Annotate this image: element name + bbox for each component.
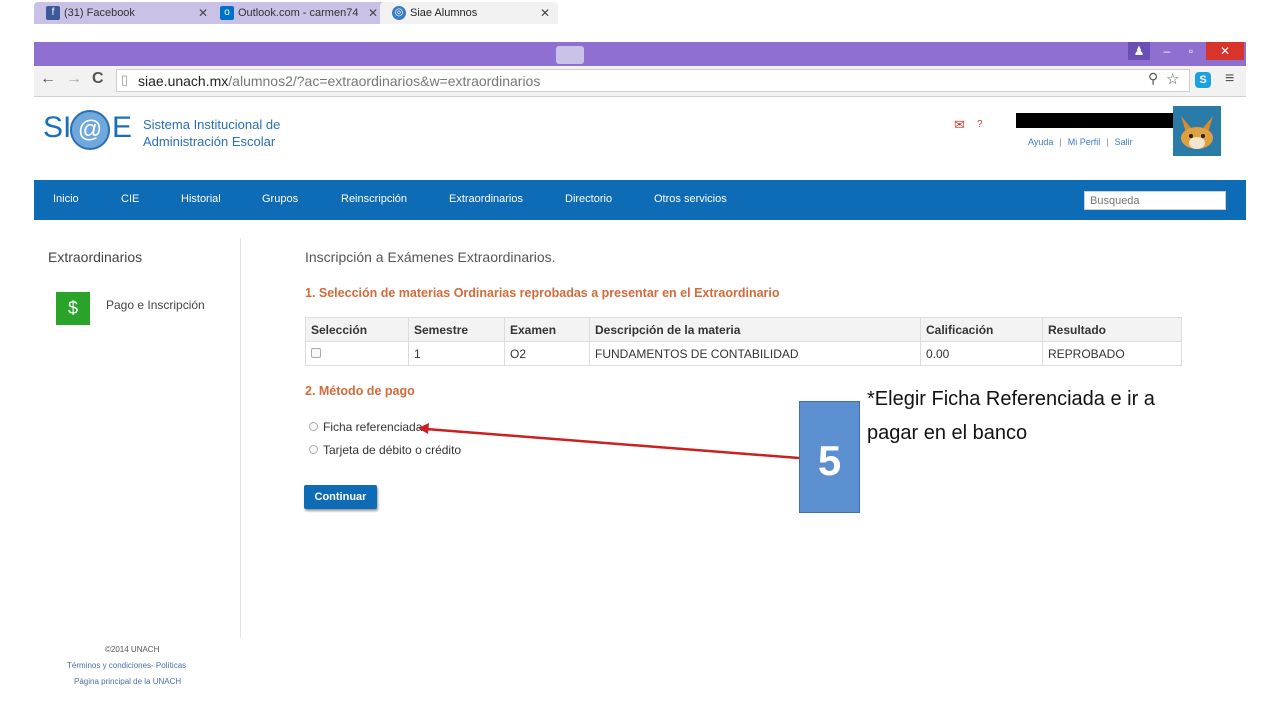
window-close-button[interactable]: ✕ (1206, 42, 1244, 60)
col-examen: Examen (504, 317, 590, 342)
tab-title: (31) Facebook (64, 7, 135, 19)
facebook-icon: f (46, 6, 60, 20)
tab-outlook[interactable]: o Outlook.com - carmen74 ✕ (208, 2, 386, 24)
ficha-radio[interactable] (309, 422, 318, 432)
fox-avatar-icon (1181, 116, 1213, 149)
tab-facebook[interactable]: f (31) Facebook ✕ (34, 2, 216, 24)
semestre-cell: 1 (408, 341, 505, 366)
nav-otros-servicios[interactable]: Otros servicios (654, 193, 727, 205)
sidebar-title: Extraordinarios (48, 249, 143, 265)
logo-e: E (112, 111, 133, 144)
minimize-button[interactable]: – (1156, 42, 1178, 60)
outlook-icon: o (220, 6, 234, 20)
new-tab-button[interactable] (556, 46, 584, 64)
menu-icon[interactable]: ≡ (1225, 70, 1234, 88)
page-title: Inscripción a Exámenes Extraordinarios. (305, 249, 556, 265)
nav-inicio[interactable]: Inicio (53, 193, 79, 205)
profile-icon[interactable]: ♟ (1128, 42, 1150, 60)
annotation-note-line2: pagar en el banco (867, 422, 1028, 444)
nav-reinscripcion[interactable]: Reinscripción (341, 193, 407, 205)
option-ficha[interactable]: Ficha referenciada (309, 420, 422, 434)
nav-cie[interactable]: CIE (121, 193, 139, 205)
close-icon[interactable]: ✕ (540, 2, 550, 24)
select-checkbox[interactable] (311, 347, 321, 358)
user-links: Ayuda | Mi Perfil | Salir (1028, 137, 1133, 147)
forward-icon[interactable]: → (66, 70, 82, 88)
dollar-icon[interactable]: $ (56, 292, 90, 325)
maximize-button[interactable]: ▫ (1180, 42, 1202, 60)
footer-copyright: ©2014 UNACH (105, 645, 160, 654)
logo-text-line1: Sistema Institucional de (143, 117, 281, 132)
nav-directorio[interactable]: Directorio (565, 193, 612, 205)
nav-grupos[interactable]: Grupos (262, 193, 298, 205)
select-cell (305, 341, 409, 366)
col-semestre: Semestre (408, 317, 505, 342)
logo-text-line2: Administración Escolar (143, 134, 276, 149)
tab-siae[interactable]: ◎ Siae Alumnos ✕ (380, 2, 558, 24)
close-icon[interactable]: ✕ (198, 2, 208, 24)
arrow-line (425, 427, 800, 460)
examen-cell: O2 (504, 341, 590, 366)
help-link[interactable]: ? (977, 119, 983, 130)
tarjeta-label: Tarjeta de débito o crédito (323, 443, 462, 457)
tab-title: Outlook.com - carmen74 (238, 7, 359, 19)
avatar[interactable] (1173, 106, 1221, 156)
footer-home-link[interactable]: Página principal de la UNACH (74, 677, 181, 686)
skype-icon[interactable]: S (1195, 72, 1211, 88)
table-header-row: Selección Semestre Examen Descripción de… (305, 317, 1182, 342)
option-tarjeta[interactable]: Tarjeta de débito o crédito (309, 443, 461, 457)
close-icon[interactable]: ✕ (368, 2, 378, 24)
footer-terms-link[interactable]: Términos y condiciones- Políticas (67, 661, 186, 670)
nav-extraordinarios[interactable]: Extraordinarios (449, 193, 523, 205)
subjects-table: Selección Semestre Examen Descripción de… (305, 317, 1182, 366)
reload-icon[interactable]: C (92, 70, 104, 88)
table-row: 1 O2 FUNDAMENTOS DE CONTABILIDAD 0.00 RE… (305, 341, 1182, 366)
col-descripcion: Descripción de la materia (589, 317, 921, 342)
browser-tab-bar (34, 42, 1246, 66)
step-number-badge: 5 (799, 401, 860, 513)
calificacion-cell: 0.00 (920, 341, 1043, 366)
col-resultado: Resultado (1042, 317, 1182, 342)
mail-icon[interactable]: ✉ (954, 117, 965, 133)
sidebar-divider (240, 238, 241, 638)
ayuda-link[interactable]: Ayuda (1028, 137, 1053, 147)
logo-at-icon: @ (70, 110, 110, 150)
salir-link[interactable]: Salir (1115, 137, 1133, 147)
url-text: siae.unach.mx/alumnos2/?ac=extraordinari… (138, 73, 541, 89)
back-icon[interactable]: ← (40, 70, 56, 88)
col-calificacion: Calificación (920, 317, 1043, 342)
resultado-cell: REPROBADO (1042, 341, 1182, 366)
section-pago-title: 2. Método de pago (305, 384, 415, 398)
annotation-note-line1: *Elegir Ficha Referenciada e ir a (867, 388, 1155, 410)
tab-title: Siae Alumnos (410, 7, 478, 19)
mi-perfil-link[interactable]: Mi Perfil (1068, 137, 1101, 147)
sidebar-item-pago[interactable]: Pago e Inscripción (106, 298, 205, 312)
tarjeta-radio[interactable] (309, 445, 318, 455)
logo-si: SI (43, 111, 72, 144)
search-input[interactable] (1084, 191, 1226, 210)
ficha-label: Ficha referenciada (323, 420, 423, 434)
star-icon[interactable]: ☆ (1166, 70, 1179, 88)
globe-icon: ◎ (392, 6, 406, 20)
col-seleccion: Selección (305, 317, 409, 342)
nav-historial[interactable]: Historial (181, 193, 221, 205)
section-materias-title: 1. Selección de materias Ordinarias repr… (305, 286, 780, 300)
descripcion-cell: FUNDAMENTOS DE CONTABILIDAD (589, 341, 921, 366)
page-icon: ▯ (121, 72, 129, 87)
continuar-button[interactable]: Continuar (304, 485, 377, 509)
zoom-icon[interactable]: ⚲ (1148, 70, 1158, 87)
